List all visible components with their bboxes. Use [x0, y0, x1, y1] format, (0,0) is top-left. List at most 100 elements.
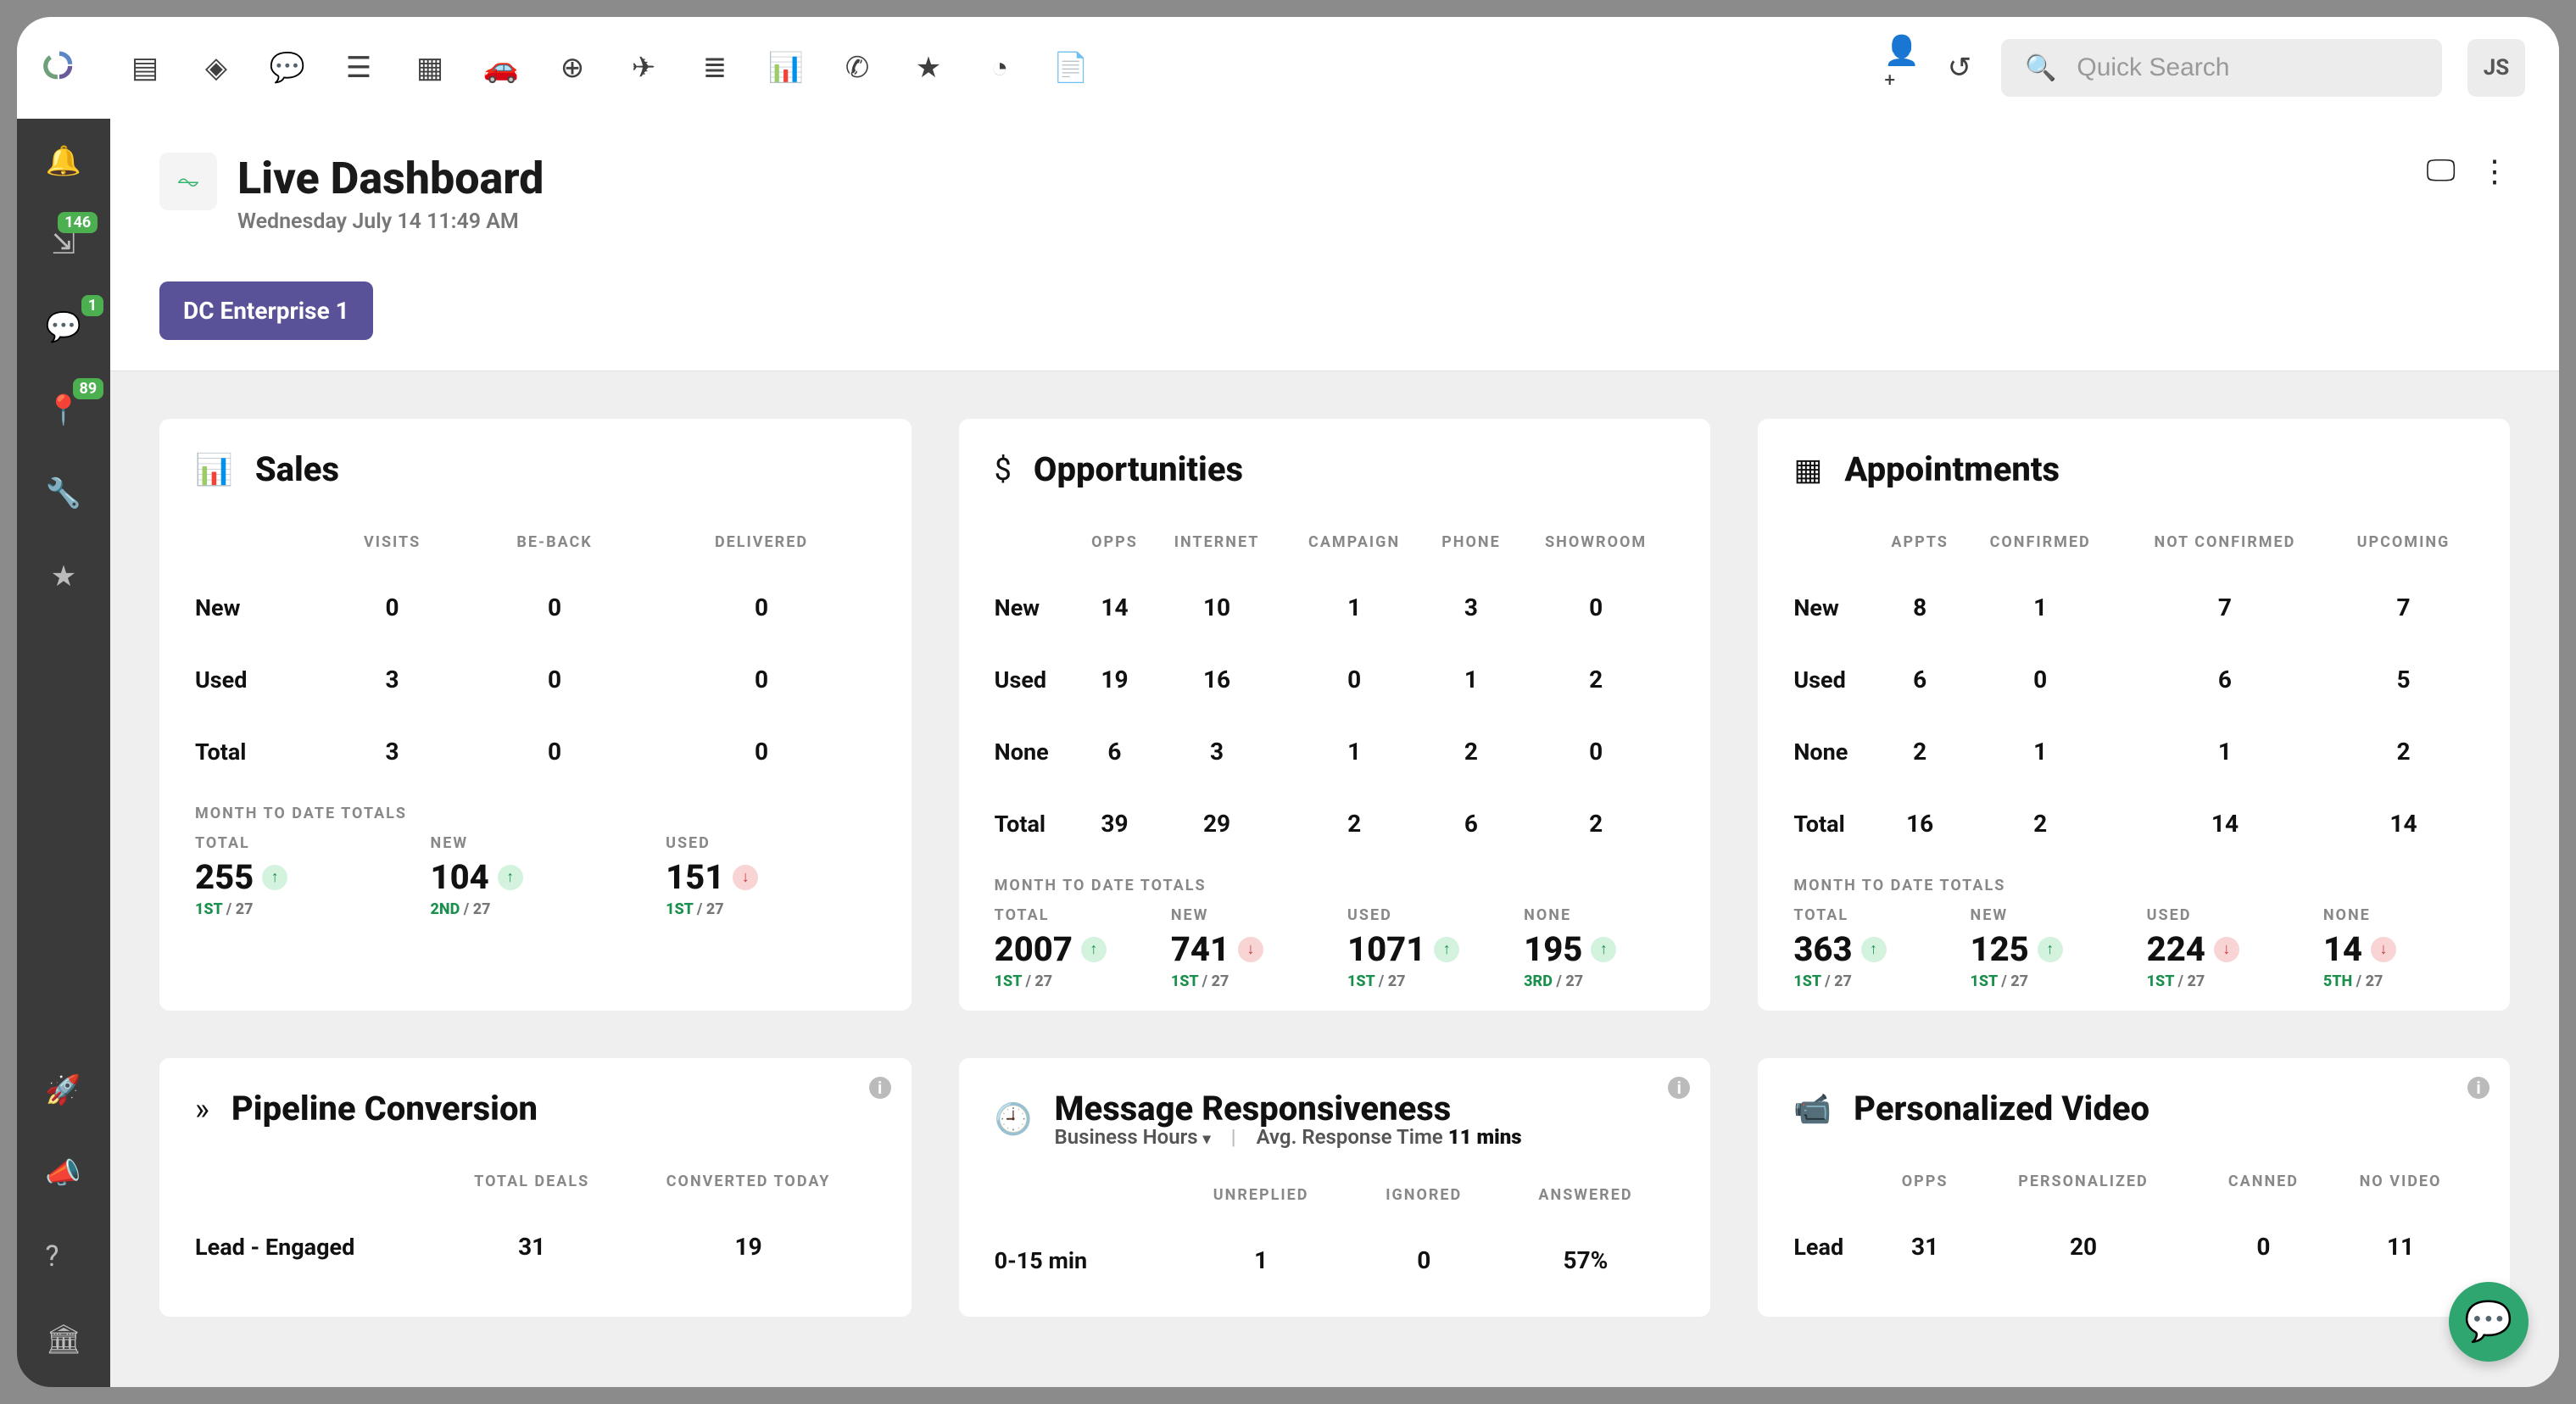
table-row: New1410130	[995, 571, 1676, 644]
sidebar: 🔔 ⇲146 💬1 📍89 🔧 ★ 🚀 📣 ? 🏛	[17, 119, 110, 1387]
card-opportunities: $Opportunities OPPSINTERNETCAMPAIGNPHONE…	[959, 419, 1711, 1011]
trend-up-icon: ↑	[262, 865, 287, 890]
mtd-label: MONTH TO DATE TOTALS	[195, 805, 876, 822]
msg-table: UNREPLIEDIGNOREDANSWERED 0-15 min1057%	[995, 1181, 1676, 1296]
entity-tab[interactable]: DC Enterprise 1	[159, 281, 373, 340]
target-icon[interactable]: ◈	[200, 52, 232, 84]
help-icon[interactable]: ?	[45, 1240, 81, 1273]
trend-down-icon: ↓	[2371, 937, 2396, 962]
table-row: Total300	[195, 716, 876, 788]
trend-up-icon: ↑	[2038, 937, 2063, 962]
search-field[interactable]: 🔍	[2001, 39, 2442, 97]
tools-icon[interactable]: 🔧	[46, 476, 81, 510]
card-title: Message Responsiveness	[1054, 1089, 1521, 1128]
chat-icon[interactable]: 💬	[271, 52, 304, 84]
mtd-row: TOTAL255 ↑1ST / 27NEW104 ↑2ND / 27USED15…	[195, 834, 876, 918]
mtd-item: TOTAL2007 ↑1ST / 27	[995, 906, 1146, 990]
announce-icon[interactable]: 📣	[45, 1156, 81, 1190]
brand-logo[interactable]	[37, 46, 81, 90]
badge-c: 89	[73, 378, 104, 399]
card-pipeline: i »Pipeline Conversion TOTAL DEALSCONVER…	[159, 1058, 912, 1317]
opps-table: OPPSINTERNETCAMPAIGNPHONESHOWROOM New141…	[995, 528, 1676, 860]
table-row: Lead3120011	[1793, 1211, 2474, 1283]
table-row: Used1916012	[995, 644, 1676, 716]
sales-icon: 📊	[195, 452, 233, 488]
card-title: Sales	[255, 449, 339, 489]
calendar-icon[interactable]: ▦	[414, 52, 446, 84]
card-subtitle: Business Hours▾ | Avg. Response Time 11 …	[1054, 1125, 1521, 1149]
numlist-icon[interactable]: ≣	[699, 52, 731, 84]
hours-dropdown[interactable]: Business Hours	[1054, 1125, 1197, 1149]
send-icon[interactable]: ✈	[627, 52, 660, 84]
page-subtitle: Wednesday July 14 11:49 AM	[237, 209, 544, 234]
display-icon[interactable]: 🖵	[2426, 153, 2456, 189]
mtd-row: TOTAL363 ↑1ST / 27 NEW125 ↑1ST / 27 USED22…	[1793, 906, 2474, 990]
pipeline-table: TOTAL DEALSCONVERTED TODAY Lead - Engage…	[195, 1167, 876, 1283]
table-row: Total3929262	[995, 788, 1676, 860]
pulse-icon: ⏦	[159, 153, 217, 210]
appts-table: APPTSCONFIRMEDNOT CONFIRMEDUPCOMING New8…	[1793, 528, 2474, 860]
gauge-icon[interactable]: ◔	[984, 52, 1016, 84]
notifications-icon[interactable]: 🔔	[46, 144, 81, 178]
zoom-icon[interactable]: ⊕	[556, 52, 588, 84]
search-icon: 🔍	[2025, 53, 2056, 83]
history-icon[interactable]: ↺	[1943, 52, 1976, 84]
trend-up-icon: ↑	[1591, 937, 1616, 962]
trend-down-icon: ↓	[2214, 937, 2239, 962]
mtd-item: NEW125 ↑1ST / 27	[1971, 906, 2122, 990]
phone-icon[interactable]: ✆	[841, 52, 873, 84]
content-area: ⏦ Live Dashboard Wednesday July 14 11:49…	[110, 119, 2559, 1387]
badge-b: 1	[81, 295, 103, 316]
badge-a: 146	[58, 212, 98, 233]
favorites-icon[interactable]: ★	[51, 560, 76, 593]
card-title: Appointments	[1844, 449, 2060, 489]
launch-icon[interactable]: 🚀	[45, 1073, 81, 1107]
calc-icon[interactable]: ▤	[129, 52, 161, 84]
mtd-item: USED224 ↓1ST / 27	[2147, 906, 2298, 990]
car-icon[interactable]: 🚗	[485, 52, 517, 84]
card-title: Pipeline Conversion	[231, 1089, 538, 1128]
trend-down-icon: ↓	[733, 865, 758, 890]
location-icon[interactable]: 📍89	[46, 393, 81, 427]
messages-icon[interactable]: 💬1	[46, 310, 81, 344]
table-row: None2112	[1793, 716, 2474, 788]
add-user-icon[interactable]: 👤⁺	[1886, 52, 1918, 84]
bank-icon[interactable]: 🏛	[45, 1323, 81, 1357]
mtd-item: NONE195 ↑3RD / 27	[1524, 906, 1675, 990]
table-row: New000	[195, 571, 876, 644]
table-row: Used6065	[1793, 644, 2474, 716]
trend-up-icon: ↑	[1861, 937, 1887, 962]
trend-up-icon: ↑	[1434, 937, 1459, 962]
trend-down-icon: ↓	[1238, 937, 1263, 962]
inbox-icon[interactable]: ⇲146	[52, 227, 76, 261]
info-icon[interactable]: i	[1668, 1077, 1690, 1099]
list-icon[interactable]: ☰	[343, 52, 375, 84]
page-title: Live Dashboard	[237, 153, 544, 204]
table-row: Total1621414	[1793, 788, 2474, 860]
doc-icon[interactable]: 📄	[1055, 52, 1087, 84]
barchart-icon[interactable]: 📊	[770, 52, 802, 84]
top-toolbar: ▤ ◈ 💬 ☰ ▦ 🚗 ⊕ ✈ ≣ 📊 ✆ ★ ◔ 📄 👤⁺ ↺ 🔍 JS	[17, 17, 2559, 119]
trend-up-icon: ↑	[1081, 937, 1107, 962]
table-row: 0-15 min1057%	[995, 1224, 1676, 1296]
trend-up-icon: ↑	[498, 865, 523, 890]
mtd-item: TOTAL255 ↑1ST / 27	[195, 834, 405, 918]
chat-fab[interactable]: 💬	[2449, 1282, 2529, 1362]
mtd-item: NEW741 ↓1ST / 27	[1171, 906, 1322, 990]
table-row: None63120	[995, 716, 1676, 788]
star-icon[interactable]: ★	[912, 52, 945, 84]
card-title: Personalized Video	[1854, 1089, 2149, 1128]
info-icon[interactable]: i	[869, 1077, 891, 1099]
search-input[interactable]	[2075, 53, 2418, 83]
user-avatar[interactable]: JS	[2467, 39, 2525, 97]
sales-table: VISITSBE-BACKDELIVERED New000 Used300 To…	[195, 528, 876, 788]
video-table: OPPSPERSONALIZEDCANNEDNO VIDEO Lead31200…	[1793, 1167, 2474, 1283]
chevron-down-icon[interactable]: ▾	[1203, 1130, 1211, 1148]
mtd-item: TOTAL363 ↑1ST / 27	[1793, 906, 1944, 990]
info-icon[interactable]: i	[2467, 1077, 2490, 1099]
mtd-item: USED151 ↓1ST / 27	[666, 834, 876, 918]
more-icon[interactable]: ⋮	[2479, 153, 2510, 189]
mtd-label: MONTH TO DATE TOTALS	[995, 877, 1676, 894]
page-header: ⏦ Live Dashboard Wednesday July 14 11:49…	[110, 119, 2559, 281]
dollar-icon: $	[995, 452, 1012, 488]
